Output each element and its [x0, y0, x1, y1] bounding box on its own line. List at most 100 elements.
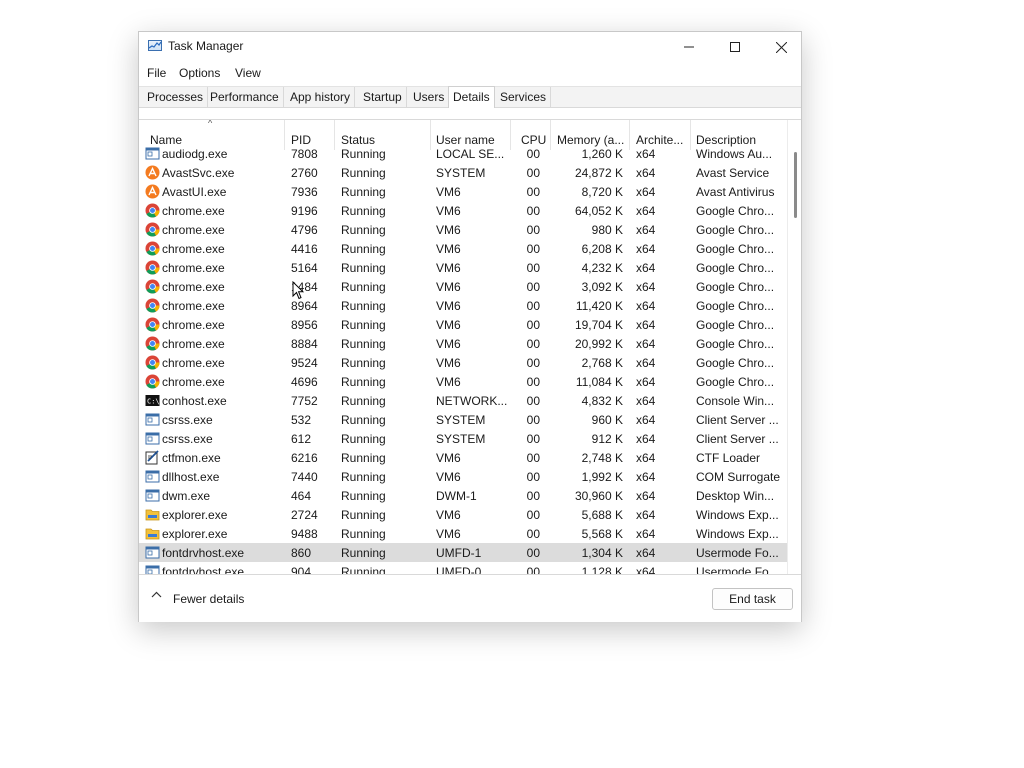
cell-architecture: x64 — [636, 318, 656, 332]
cell-name: dllhost.exe — [162, 470, 220, 484]
cell-pid: 464 — [291, 489, 312, 503]
table-row[interactable]: chrome.exe 9196 Running VM6 00 64,052 K x64 Goo… — [139, 201, 787, 220]
cell-architecture: x64 — [636, 508, 656, 522]
table-row[interactable]: chrome.exe 8956 Running VM6 00 19,704 K x64 Goo… — [139, 315, 787, 334]
cell-description: Google Chro... — [696, 242, 775, 256]
cell-description: Google Chro... — [696, 318, 775, 332]
maximize-button[interactable] — [712, 32, 758, 62]
table-row[interactable]: C:\ conhost.exe 7752 Running NETWORK... 00 4,8… — [139, 391, 787, 410]
chevron-up-icon[interactable] — [151, 591, 162, 599]
cell-pid: 5164 — [291, 261, 318, 275]
console-icon: C:\ — [145, 393, 160, 408]
cell-cpu: 00 — [526, 299, 540, 313]
cell-user-name: VM6 — [436, 356, 461, 370]
cell-architecture: x64 — [636, 147, 656, 161]
cell-pid: 532 — [291, 413, 312, 427]
cell-architecture: x64 — [636, 527, 656, 541]
table-row[interactable]: chrome.exe 5164 Running VM6 00 4,232 K x64 Goog… — [139, 258, 787, 277]
cell-cpu: 00 — [526, 280, 540, 294]
menu-file[interactable]: File — [147, 66, 166, 80]
cell-cpu: 00 — [526, 204, 540, 218]
cell-name: dwm.exe — [162, 489, 211, 503]
table-row[interactable]: chrome.exe 4696 Running VM6 00 11,084 K x64 Goo… — [139, 372, 787, 391]
cell-memory: 1,992 K — [581, 470, 623, 484]
cell-description: Client Server ... — [696, 432, 779, 446]
cell-architecture: x64 — [636, 166, 656, 180]
table-row[interactable]: chrome.exe 8884 Running VM6 00 20,992 K x64 Goo… — [139, 334, 787, 353]
tab-startup[interactable]: Startup — [359, 87, 407, 108]
window-title: Task Manager — [168, 39, 244, 53]
tab-app-history[interactable]: App history — [286, 87, 356, 108]
cell-architecture: x64 — [636, 185, 656, 199]
table-row[interactable]: chrome.exe 1484 Running VM6 00 3,092 Kx64 Goog… — [139, 277, 787, 296]
chrome-icon — [145, 374, 160, 389]
tab-performance[interactable]: Performance — [206, 87, 284, 108]
end-task-button[interactable]: End task — [712, 588, 793, 610]
chrome-icon — [145, 241, 160, 256]
table-row[interactable]: audiodg.exe 7808 Running LOCAL SE... 00 1,260… — [139, 144, 787, 163]
table-row[interactable]: AvastUI.exe 7936 Running VM6 00 8,720 K x64 Ava… — [139, 182, 787, 201]
table-row[interactable]: ctfmon.exe 6216 Running VM6 00 2,748 K x64 CTF … — [139, 448, 787, 467]
table-row[interactable]: dwm.exe 464 Running DWM-1 00 30,960 K x64 Deskt… — [139, 486, 787, 505]
table-row[interactable]: fontdrvhost.exe 904 Running UMFD-0 00 1,128 K… — [139, 562, 787, 575]
cell-cpu: 00 — [526, 489, 540, 503]
cell-cpu: 00 — [526, 166, 540, 180]
fewer-details-link[interactable]: Fewer details — [173, 592, 244, 606]
tab-processes[interactable]: Processes — [143, 87, 209, 108]
menu-options[interactable]: Options — [179, 66, 220, 80]
table-row[interactable]: chrome.exe 4796 Running VM6 00 980 K x64 Google… — [139, 220, 787, 239]
footer: Fewer details End task — [139, 575, 801, 622]
title-bar[interactable]: Task Manager — [139, 32, 801, 62]
generic-app-icon — [145, 146, 160, 161]
cell-cpu: 00 — [526, 470, 540, 484]
table-row[interactable]: csrss.exe 612 Running SYSTEM 00 912 K x64 Clien… — [139, 429, 787, 448]
cell-user-name: VM6 — [436, 527, 461, 541]
table-row[interactable]: dllhost.exe 7440 Running VM6 00 1,992 K x64 COM… — [139, 467, 787, 486]
task-manager-icon — [148, 40, 162, 51]
chrome-icon — [145, 317, 160, 332]
table-row[interactable]: AvastSvc.exe 2760 Running SYSTEM 00 24,872 K x… — [139, 163, 787, 182]
cell-description: Desktop Win... — [696, 489, 775, 503]
cell-pid: 6216 — [291, 451, 318, 465]
scrollbar-thumb[interactable] — [794, 152, 797, 218]
chrome-icon — [145, 336, 160, 351]
cell-memory: 11,420 K — [575, 299, 623, 313]
chrome-icon — [145, 260, 160, 275]
cell-architecture: x64 — [636, 223, 656, 237]
table-row[interactable]: explorer.exe 2724 Running VM6 00 5,688 K x64 Wi… — [139, 505, 787, 524]
cell-name: chrome.exe — [162, 223, 225, 237]
cell-status: Running — [341, 261, 386, 275]
cell-memory: 1,128 K — [581, 565, 623, 575]
cell-architecture: x64 — [636, 432, 656, 446]
cell-name: explorer.exe — [162, 508, 228, 522]
table-row[interactable]: chrome.exe 4416 Running VM6 00 6,208 K x64 Goog… — [139, 239, 787, 258]
cell-status: Running — [341, 432, 386, 446]
vertical-scrollbar[interactable] — [787, 120, 801, 574]
tab-details[interactable]: Details — [448, 86, 495, 109]
cell-cpu: 00 — [526, 318, 540, 332]
generic-app-icon — [145, 564, 160, 574]
cell-pid: 7440 — [291, 470, 318, 484]
close-button[interactable] — [758, 32, 804, 62]
cell-cpu: 00 — [526, 147, 540, 161]
tab-strip: Processes Performance App history Startu… — [139, 86, 801, 109]
table-row[interactable]: fontdrvhost.exe 860 Running UMFD-1 00 1,304 K… — [139, 543, 787, 562]
cell-status: Running — [341, 242, 386, 256]
cell-user-name: SYSTEM — [436, 432, 486, 446]
cell-description: Google Chro... — [696, 356, 775, 370]
minimize-button[interactable] — [666, 32, 712, 62]
table-row[interactable]: chrome.exe 8964 Running VM6 00 11,420 K x64 Goo… — [139, 296, 787, 315]
cell-name: chrome.exe — [162, 261, 225, 275]
tab-users[interactable]: Users — [409, 87, 450, 108]
cell-user-name: UMFD-0 — [436, 565, 482, 575]
cell-cpu: 00 — [526, 185, 540, 199]
table-row[interactable]: chrome.exe 9524 Running VM6 00 2,768 K x64 Goog… — [139, 353, 787, 372]
menu-view[interactable]: View — [235, 66, 261, 80]
cell-user-name: DWM-1 — [436, 489, 477, 503]
cell-name: csrss.exe — [162, 432, 213, 446]
tab-services[interactable]: Services — [496, 87, 552, 108]
cell-pid: 904 — [291, 565, 312, 575]
table-row[interactable]: csrss.exe 532 Running SYSTEM 00 960 K x64 Clien… — [139, 410, 787, 429]
table-row[interactable]: explorer.exe 9488 Running VM6 00 5,568 K x64 Wi… — [139, 524, 787, 543]
cell-description: Google Chro... — [696, 280, 775, 294]
